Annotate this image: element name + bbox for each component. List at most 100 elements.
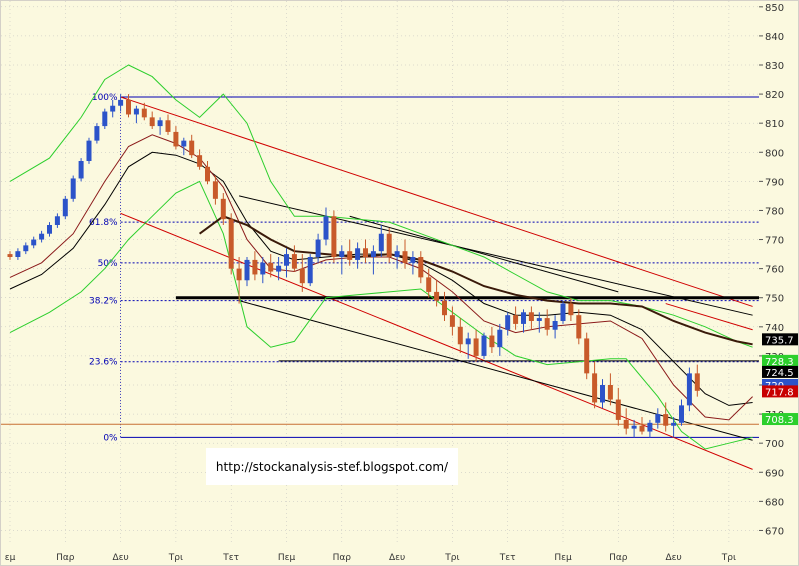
candle-body — [584, 338, 590, 374]
candle-body — [655, 414, 661, 423]
candle-body — [339, 251, 345, 257]
y-tick-label: 800 — [765, 148, 784, 159]
y-tick-label: 690 — [765, 468, 784, 479]
candle-body — [205, 166, 210, 182]
candle-body — [276, 265, 282, 272]
y-tick-label: 780 — [765, 206, 784, 217]
y-tick-label: 850 — [765, 3, 784, 14]
candle-body — [481, 335, 487, 356]
candle-body — [410, 257, 416, 263]
candle-body — [252, 259, 258, 275]
x-tick-label: Δευ — [112, 553, 128, 563]
candle-body — [465, 338, 471, 345]
candle-body — [244, 259, 250, 281]
candle-body — [457, 326, 463, 345]
x-tick-label: Τρι — [721, 553, 736, 563]
watermark-text: http://stockanalysis-stef.blogspot.com/ — [215, 459, 449, 474]
candle-body — [291, 254, 297, 269]
candle-body — [212, 181, 218, 199]
candle-body — [86, 140, 92, 161]
price-badge-label: 708.3 — [765, 415, 794, 426]
candle-body — [133, 108, 139, 115]
price-badge-label: 724.5 — [765, 368, 794, 379]
candle-body — [434, 291, 440, 301]
candle-body — [149, 117, 155, 127]
candle-body — [402, 251, 408, 263]
candle-body — [181, 140, 187, 147]
candle-body — [631, 425, 637, 429]
price-badge-label: 717.8 — [765, 387, 794, 398]
fib-label: 0% — [103, 433, 118, 443]
candle-body — [15, 251, 21, 257]
y-tick-label: 830 — [765, 61, 784, 72]
x-tick-label: Παρ — [609, 553, 628, 563]
candle-body — [671, 422, 677, 426]
candle-body — [31, 239, 37, 246]
candle-body — [54, 216, 60, 225]
candle-body — [94, 126, 100, 141]
candle-body — [639, 425, 645, 432]
candle-body — [23, 245, 29, 252]
candle-body — [536, 318, 542, 321]
candle-body — [552, 321, 558, 330]
candle-body — [694, 373, 700, 391]
candle-body — [118, 99, 124, 106]
candle-body — [647, 422, 653, 432]
x-tick-label: εμ — [5, 553, 16, 563]
candle-body — [331, 216, 337, 257]
candle-body — [220, 198, 226, 220]
candle-body — [347, 251, 353, 260]
candle-body — [70, 178, 76, 199]
y-tick-label: 810 — [765, 119, 784, 130]
candle-body — [197, 155, 203, 167]
x-tick-label: Τετ — [222, 553, 239, 563]
candle-body — [299, 268, 305, 284]
fib-label: 50% — [98, 259, 118, 269]
x-tick-label: Τρι — [168, 553, 183, 563]
candle-body — [355, 248, 361, 260]
candle-body — [307, 257, 313, 284]
candle-body — [560, 303, 566, 321]
candle-body — [110, 105, 116, 112]
x-tick-label: Παρ — [333, 553, 352, 563]
candle-body — [236, 268, 242, 281]
candle-body — [126, 99, 131, 115]
candle-body — [497, 329, 503, 348]
candle-body — [623, 419, 629, 429]
candle-body — [592, 373, 598, 403]
candle-body — [165, 120, 171, 132]
y-tick-label: 840 — [765, 32, 784, 43]
candle-body — [189, 140, 195, 156]
candle-body — [505, 315, 511, 330]
candle-body — [315, 239, 321, 257]
candle-body — [607, 385, 613, 400]
y-tick-label: 820 — [765, 90, 784, 101]
candle-body — [600, 385, 605, 403]
candle-body — [363, 248, 368, 257]
price-badge-label: 735.7 — [765, 335, 794, 346]
candle-body — [378, 233, 384, 252]
y-tick-label: 670 — [765, 526, 784, 537]
y-tick-label: 770 — [765, 236, 784, 247]
candle-body — [576, 315, 582, 339]
candle-body — [157, 120, 163, 127]
candle-body — [568, 303, 574, 316]
candle-body — [544, 318, 550, 330]
candle-body — [426, 277, 432, 292]
candle-body — [489, 335, 495, 348]
candle-body — [284, 254, 289, 266]
y-tick-label: 680 — [765, 497, 784, 508]
candle-body — [513, 315, 519, 324]
x-tick-label: Τετ — [499, 553, 516, 563]
candle-body — [228, 219, 234, 269]
candle-body — [449, 315, 455, 327]
candle-body — [418, 257, 424, 278]
x-tick-label: Δευ — [389, 553, 405, 563]
candle-body — [528, 312, 534, 321]
x-tick-label: Πεμ — [278, 553, 296, 563]
candle-body — [62, 198, 68, 217]
y-tick-label: 790 — [765, 177, 784, 188]
candle-body — [386, 233, 392, 257]
x-tick-label: Παρ — [56, 553, 75, 563]
y-tick-label: 750 — [765, 294, 784, 305]
